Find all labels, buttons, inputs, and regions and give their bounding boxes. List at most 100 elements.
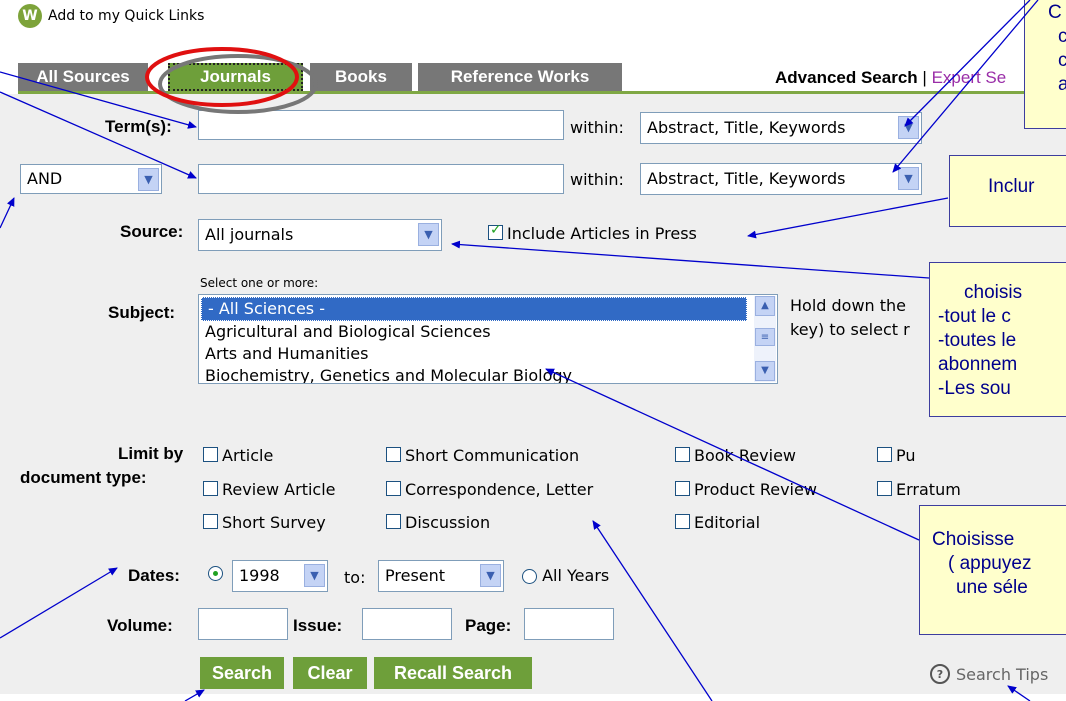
include-press-option[interactable]: Include Articles in Press (488, 222, 697, 243)
doctype-short-survey[interactable]: Short Survey (203, 513, 326, 532)
callout-source-line5: -Les sou (938, 378, 1011, 399)
doctype-erratum[interactable]: Erratum (877, 480, 961, 499)
chevron-down-icon[interactable]: ▼ (898, 116, 919, 139)
callout-source-line3: -toutes le (938, 330, 1017, 351)
chevron-down-icon[interactable]: ▼ (138, 168, 159, 191)
callout-source: choisis -tout le c -toutes le abonnem -L… (929, 262, 1066, 417)
article-label: Article (222, 446, 274, 465)
callout-source-line2: -tout le c (938, 306, 1011, 327)
date-range-radio[interactable] (208, 563, 223, 582)
list-item[interactable]: Agricultural and Biological Sciences (199, 321, 777, 343)
expert-search-link[interactable]: Expert Se (932, 68, 1007, 87)
within1-select[interactable]: Abstract, Title, Keywords ▼ (640, 112, 922, 144)
volume-input[interactable] (198, 608, 288, 640)
callout-within-line2: c (1025, 25, 1066, 49)
include-press-checkbox[interactable] (488, 222, 503, 240)
list-item[interactable]: Arts and Humanities (199, 343, 777, 365)
within2-select[interactable]: Abstract, Title, Keywords ▼ (640, 163, 922, 195)
search-tips-label: Search Tips (956, 664, 1049, 684)
search-button[interactable]: Search (200, 657, 284, 689)
doctype-correspondence[interactable]: Correspondence, Letter (386, 480, 593, 499)
from-year-value: 1998 (239, 566, 280, 585)
short-survey-label: Short Survey (222, 513, 326, 532)
clear-button[interactable]: Clear (293, 657, 367, 689)
correspondence-checkbox[interactable] (386, 481, 401, 496)
article-checkbox[interactable] (203, 447, 218, 462)
doctype-review-article[interactable]: Review Article (203, 480, 336, 499)
discussion-checkbox[interactable] (386, 514, 401, 529)
within2-label: within: (570, 170, 624, 189)
editorial-label: Editorial (694, 513, 761, 532)
callout-subject-line3: une séle (956, 577, 1028, 598)
doctype-short-communication[interactable]: Short Communication (386, 446, 579, 465)
hold-down-text-2: key) to select r (790, 320, 910, 339)
scroll-up-icon[interactable]: ▲ (755, 296, 775, 316)
subject-label: Subject: (108, 303, 176, 322)
limit-label-1: Limit by (118, 444, 184, 463)
doctype-product-review[interactable]: Product Review (675, 480, 817, 499)
recall-search-button[interactable]: Recall Search (374, 657, 532, 689)
discussion-label: Discussion (405, 513, 491, 532)
review-article-checkbox[interactable] (203, 481, 218, 496)
volume-label: Volume: (107, 616, 173, 635)
short-survey-checkbox[interactable] (203, 514, 218, 529)
search-mode-links: Advanced Search | Expert Se (775, 68, 1006, 88)
doctype-discussion[interactable]: Discussion (386, 513, 490, 532)
erratum-checkbox[interactable] (877, 481, 892, 496)
scroll-down-icon[interactable]: ▼ (755, 361, 775, 381)
tab-books[interactable]: Books (310, 63, 412, 91)
chevron-down-icon[interactable]: ▼ (418, 223, 439, 246)
callout-include: Inclur (949, 155, 1066, 227)
advanced-search-link[interactable]: Advanced Search (775, 68, 918, 87)
from-year-select[interactable]: 1998 ▼ (232, 560, 328, 592)
within1-value: Abstract, Title, Keywords (647, 118, 846, 137)
subject-listbox[interactable]: - All Sciences - Agricultural and Biolog… (198, 294, 778, 384)
product-review-label: Product Review (694, 480, 817, 499)
list-item[interactable]: Biochemistry, Genetics and Molecular Bio… (199, 365, 777, 383)
source-label: Source: (120, 222, 184, 241)
page-input[interactable] (524, 608, 614, 640)
chevron-down-icon[interactable]: ▼ (898, 167, 919, 190)
callout-subject-line1: Choisisse (932, 529, 1015, 550)
doctype-article[interactable]: Article (203, 446, 273, 465)
listbox-scrollbar[interactable]: ▲ ≡ ▼ (754, 296, 776, 382)
product-review-checkbox[interactable] (675, 481, 690, 496)
pu-checkbox[interactable] (877, 447, 892, 462)
list-item[interactable]: - All Sciences - (201, 297, 747, 321)
operator-select[interactable]: AND ▼ (20, 164, 162, 194)
include-press-label: Include Articles in Press (507, 224, 697, 243)
short-communication-checkbox[interactable] (386, 447, 401, 462)
callout-within: C c c a (1024, 0, 1066, 129)
doctype-book-review[interactable]: Book Review (675, 446, 796, 465)
book-review-checkbox[interactable] (675, 447, 690, 462)
search-tips-link[interactable]: ? Search Tips (930, 664, 1048, 684)
help-icon: ? (930, 664, 950, 684)
doctype-pu[interactable]: Pu (877, 446, 916, 465)
scroll-thumb[interactable]: ≡ (755, 328, 775, 346)
tab-reference-works[interactable]: Reference Works (418, 63, 622, 91)
tab-all-sources[interactable]: All Sources (18, 63, 148, 91)
terms-label: Term(s): (105, 117, 172, 136)
all-years-option[interactable]: All Years (522, 566, 609, 585)
all-years-radio-icon[interactable] (522, 569, 537, 584)
chevron-down-icon[interactable]: ▼ (480, 564, 501, 587)
callout-subject: Choisisse ( appuyez une séle (919, 505, 1066, 635)
chevron-down-icon[interactable]: ▼ (304, 564, 325, 587)
source-select[interactable]: All journals ▼ (198, 219, 442, 251)
short-communication-label: Short Communication (405, 446, 580, 465)
date-range-radio-icon[interactable] (208, 566, 223, 581)
tab-journals[interactable]: Journals (168, 63, 303, 91)
operator-value: AND (27, 169, 63, 188)
callout-within-line1: C (1048, 2, 1062, 23)
quick-links-label[interactable]: Add to my Quick Links (48, 8, 204, 24)
doctype-editorial[interactable]: Editorial (675, 513, 760, 532)
to-select[interactable]: Present ▼ (378, 560, 504, 592)
editorial-checkbox[interactable] (675, 514, 690, 529)
hold-down-text-1: Hold down the (790, 296, 907, 315)
term1-input[interactable] (198, 110, 564, 140)
callout-source-line4: abonnem (938, 354, 1018, 375)
callout-within-line3: c (1025, 49, 1066, 73)
quick-links[interactable]: W Add to my Quick Links (18, 4, 204, 28)
term2-input[interactable] (198, 164, 564, 194)
issue-input[interactable] (362, 608, 452, 640)
